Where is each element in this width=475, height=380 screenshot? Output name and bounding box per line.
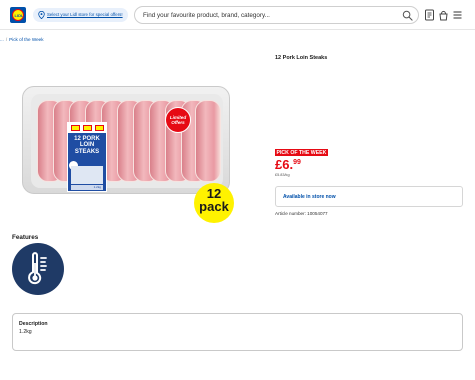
search-input[interactable] [143,9,393,21]
menu-icon[interactable] [452,9,463,21]
tray-inner [31,94,223,188]
label-logo-icon [95,125,104,131]
limited-offers-text: Limited Offers [169,115,187,125]
description-value: 1.2kg [19,329,32,335]
product-price: £6.99 [275,156,301,172]
store-selector-link[interactable]: Select your Lidl store for special offer… [33,8,128,22]
package-label-name: 12 PORK LOIN STEAKS [74,136,100,155]
price-main: £6. [275,157,294,172]
availability-box: Available in store now [275,186,463,207]
pick-of-the-week-tag: PICK OF THE WEEK [275,149,328,156]
availability-text: Available in store now [283,194,336,200]
unit-price: £5.83/kg [275,173,290,177]
description-box: Description 1.2kg [12,313,463,351]
basket-icon[interactable] [438,9,449,21]
top-header: LIDL Select your Lidl store for special … [0,0,475,30]
label-top-strip [68,123,106,133]
receipt-icon[interactable] [424,9,435,21]
label-logo-icon [71,125,80,131]
product-image[interactable] [22,86,230,194]
breadcrumb-separator: / [5,37,8,42]
breadcrumb: ... / Pick of the Week [0,37,44,42]
breadcrumb-item-pick-of-the-week[interactable]: Pick of the Week [9,37,43,42]
features-heading: Features [12,234,39,241]
package-weight: 1.2kg [71,185,103,190]
logo-text: LIDL [14,13,24,18]
thermometer-icon [28,252,47,285]
package-label: 12 PORK LOIN STEAKS 1.2kg [67,122,107,192]
label-logo-icon [83,125,92,131]
breadcrumb-ellipsis[interactable]: ... [0,37,4,42]
label-info-panel [71,166,103,184]
search-bar[interactable] [134,6,419,24]
location-pin-icon [38,11,45,19]
meat-tray [22,86,230,194]
search-icon[interactable] [402,10,413,21]
logo-circle: LIDL [12,9,24,21]
pack-count-badge: 12 pack [194,183,234,223]
store-selector-text[interactable]: Select your Lidl store for special offer… [47,11,123,19]
lidl-logo[interactable]: LIDL [10,7,26,23]
price-pence: 99 [293,159,301,166]
article-number: Article number: 10054077 [275,211,328,216]
product-title: 12 Pork Loin Steaks [275,55,328,61]
description-heading: Description [19,321,48,327]
steak [195,100,221,182]
pack-count-word: pack [199,199,229,214]
feature-fresh-chilled [12,243,64,295]
limited-offers-badge: Limited Offers [165,107,191,133]
